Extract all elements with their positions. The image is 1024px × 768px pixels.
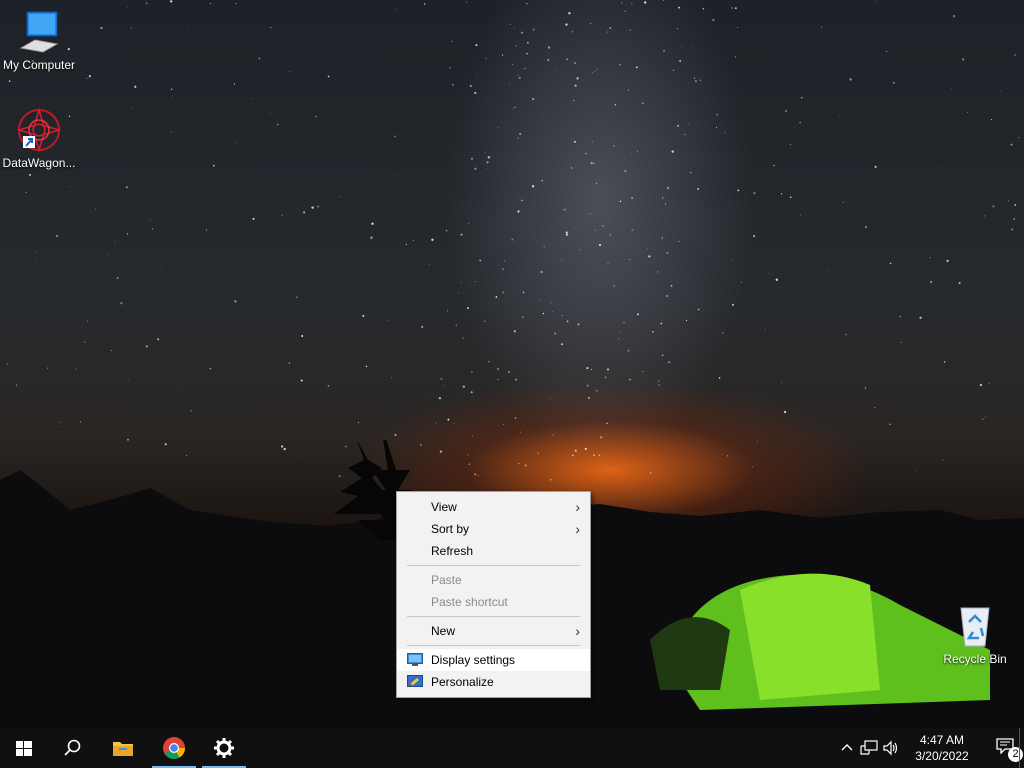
show-desktop-strip[interactable] [1019,728,1024,768]
network-icon[interactable] [860,740,878,756]
desktop-icon-label: My Computer [2,58,76,72]
menu-item-refresh[interactable]: Refresh [397,540,590,562]
menu-item-label: Personalize [431,675,494,689]
volume-icon[interactable] [882,740,900,756]
desktop[interactable]: My Computer DataWagon... Recycle Bin Vie… [0,0,1024,728]
menu-separator [407,645,580,646]
menu-item-label: Display settings [431,653,516,667]
computer-icon [19,11,59,53]
settings-icon [214,738,234,758]
desktop-icon-datawagon[interactable]: DataWagon... [0,106,78,170]
windows-start-icon [16,741,32,756]
menu-item-paste-shortcut[interactable]: Paste shortcut [397,591,590,613]
taskbar-clock[interactable]: 4:47 AM 3/20/2022 [902,732,982,764]
chrome-icon [163,737,185,759]
chevron-right-icon: › [575,623,580,639]
desktop-icon-my-computer[interactable]: My Computer [0,8,78,72]
menu-item-personalize[interactable]: Personalize [397,671,590,693]
menu-item-label: New [431,624,456,638]
taskbar: 4:47 AM 3/20/2022 2 [0,728,1024,768]
menu-separator [407,616,580,617]
clock-time: 4:47 AM [919,733,965,747]
menu-item-label: Sort by [431,522,470,536]
chevron-right-icon: › [575,521,580,537]
clock-date: 3/20/2022 [915,749,969,763]
menu-separator [407,565,580,566]
menu-item-label: Paste shortcut [431,595,508,609]
menu-item-label: Paste [431,573,462,587]
chevron-right-icon: › [575,499,580,515]
action-center-button[interactable]: 2 [990,728,1023,768]
search-button[interactable] [48,728,96,768]
desktop-icon-recycle-bin[interactable]: Recycle Bin [936,602,1014,666]
desktop-icon-label: Recycle Bin [943,652,1007,666]
chrome-button[interactable] [150,728,198,768]
menu-item-new[interactable]: New › [397,620,590,642]
file-explorer-button[interactable] [99,728,147,768]
datawagon-icon [16,107,62,153]
desktop-icon-label: DataWagon... [2,156,76,170]
menu-item-label: View [431,500,457,514]
personalize-icon [407,675,423,687]
file-explorer-icon [113,742,133,756]
desktop-context-menu: View › Sort by › Refresh Paste Paste sho… [396,491,591,698]
menu-item-sort-by[interactable]: Sort by › [397,518,590,540]
menu-item-display-settings[interactable]: Display settings [397,649,590,671]
recycle-bin-icon [960,607,990,647]
search-icon [64,739,81,756]
chevron-up-icon[interactable] [840,741,854,755]
menu-item-label: Refresh [431,544,474,558]
menu-item-view[interactable]: View › [397,496,590,518]
star-field [6,0,1020,481]
system-tray: 4:47 AM 3/20/2022 2 [834,728,1024,768]
display-icon [407,653,423,666]
start-button[interactable] [0,728,48,768]
settings-button[interactable] [200,728,248,768]
menu-item-paste[interactable]: Paste [397,569,590,591]
